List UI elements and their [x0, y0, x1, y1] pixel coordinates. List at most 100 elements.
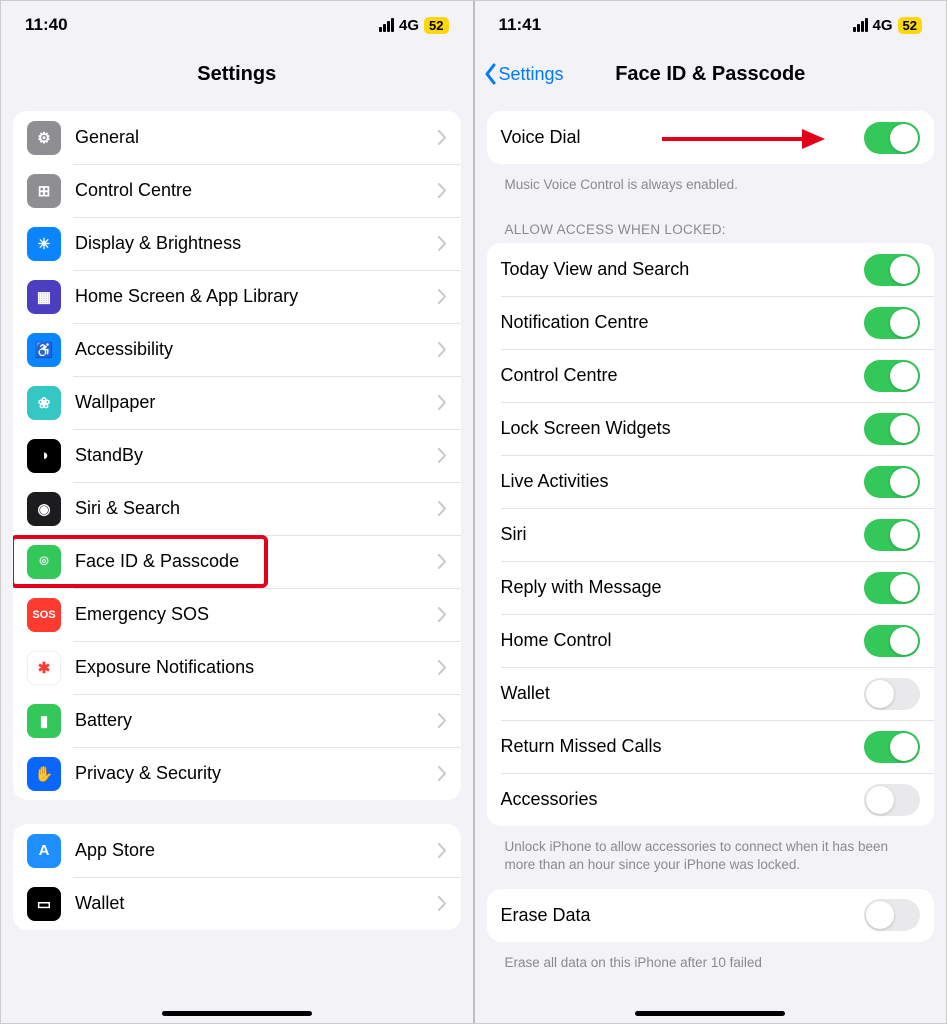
home-indicator[interactable]: [635, 1011, 785, 1016]
settings-row-siri[interactable]: ◉ Siri & Search: [13, 482, 461, 535]
page-title: Face ID & Passcode: [615, 63, 805, 86]
chevron-right-icon: [438, 236, 447, 251]
settings-list[interactable]: ⚙ General ⊞Control Centre ☀ Display & Bright…: [1, 99, 473, 1023]
toggle-siri[interactable]: [864, 519, 920, 551]
chevron-right-icon: [438, 766, 447, 781]
chevron-right-icon: [438, 660, 447, 675]
settings-row-accessibility[interactable]: ♿Accessibility: [13, 323, 461, 376]
settings-screen: 11:40 4G 52 Settings ⚙ General ⊞Control Ce…: [1, 1, 473, 1023]
voice-dial-footer: Music Voice Control is always enabled.: [487, 170, 935, 208]
allow-row-return-missed[interactable]: Return Missed Calls: [487, 720, 935, 773]
siri-icon: ◉: [27, 492, 61, 526]
toggle-return-missed[interactable]: [864, 731, 920, 763]
settings-row-home-screen[interactable]: ▦Home Screen & App Library: [13, 270, 461, 323]
person-icon: ♿: [27, 333, 61, 367]
allow-row-home-control[interactable]: Home Control: [487, 614, 935, 667]
chevron-right-icon: [438, 713, 447, 728]
erase-data-row[interactable]: Erase Data: [487, 889, 935, 942]
row-label: Display & Brightness: [75, 233, 438, 254]
toggle-control-centre[interactable]: [864, 360, 920, 392]
toggle-today-view[interactable]: [864, 254, 920, 286]
allow-row-live-activities[interactable]: Live Activities: [487, 455, 935, 508]
settings-row-wallpaper[interactable]: ❀ Wallpaper: [13, 376, 461, 429]
chevron-right-icon: [438, 896, 447, 911]
allow-row-today-view[interactable]: Today View and Search: [487, 243, 935, 296]
row-label: Face ID & Passcode: [75, 551, 438, 572]
settings-row-standby[interactable]: ◑StandBy: [13, 429, 461, 482]
allow-access-header: ALLOW ACCESS WHEN LOCKED:: [487, 208, 935, 243]
toggle-home-control[interactable]: [864, 625, 920, 657]
row-label: Wallet: [501, 683, 865, 704]
status-right: 4G 52: [379, 17, 448, 34]
chevron-right-icon: [438, 342, 447, 357]
home-indicator[interactable]: [162, 1011, 312, 1016]
status-right: 4G 52: [853, 17, 922, 34]
accessories-footer: Unlock iPhone to allow accessories to co…: [487, 832, 935, 888]
row-label: Accessories: [501, 789, 865, 810]
network-label: 4G: [399, 17, 419, 34]
settings-row-faceid[interactable]: ⌾ Face ID & Passcode: [13, 535, 461, 588]
erase-footer: Erase all data on this iPhone after 10 f…: [487, 948, 935, 986]
erase-data-toggle[interactable]: [864, 899, 920, 931]
toggle-live-activities[interactable]: [864, 466, 920, 498]
row-label: Home Screen & App Library: [75, 286, 438, 307]
settings-group: ⚙ General ⊞Control Centre ☀ Display & Bright…: [13, 111, 461, 800]
sos-icon: SOS: [27, 598, 61, 632]
allow-row-control-centre[interactable]: Control Centre: [487, 349, 935, 402]
toggle-lock-widgets[interactable]: [864, 413, 920, 445]
chevron-right-icon: [438, 130, 447, 145]
row-label: Control Centre: [501, 365, 865, 386]
toggle-notification-centre[interactable]: [864, 307, 920, 339]
voice-dial-row[interactable]: Voice Dial: [487, 111, 935, 164]
row-label: Privacy & Security: [75, 763, 438, 784]
back-button[interactable]: Settings: [483, 49, 564, 99]
chevron-right-icon: [438, 183, 447, 198]
row-label: General: [75, 127, 438, 148]
allow-row-lock-widgets[interactable]: Lock Screen Widgets: [487, 402, 935, 455]
settings-row-battery[interactable]: ▮Battery: [13, 694, 461, 747]
row-label: App Store: [75, 840, 438, 861]
row-label: StandBy: [75, 445, 438, 466]
voice-dial-toggle[interactable]: [864, 122, 920, 154]
row-label: Return Missed Calls: [501, 736, 865, 757]
sun-icon: ☀: [27, 227, 61, 261]
row-label: Wallpaper: [75, 392, 438, 413]
battery-badge: 52: [424, 17, 448, 34]
gear-icon: ⚙: [27, 121, 61, 155]
settings-row-exposure[interactable]: ✱Exposure Notifications: [13, 641, 461, 694]
chevron-right-icon: [438, 554, 447, 569]
allow-row-accessories[interactable]: Accessories: [487, 773, 935, 826]
row-label: Siri & Search: [75, 498, 438, 519]
signal-icon: [379, 18, 394, 32]
settings-row-control-centre[interactable]: ⊞Control Centre: [13, 164, 461, 217]
faceid-content[interactable]: Voice Dial Music Voice Control is always…: [475, 99, 947, 1023]
settings-row-general[interactable]: ⚙ General: [13, 111, 461, 164]
row-label: Emergency SOS: [75, 604, 438, 625]
flower-icon: ❀: [27, 386, 61, 420]
settings-row-wallet[interactable]: ▭Wallet: [13, 877, 461, 930]
toggle-reply-message[interactable]: [864, 572, 920, 604]
settings-row-privacy[interactable]: ✋Privacy & Security: [13, 747, 461, 800]
status-time: 11:40: [25, 15, 68, 35]
chevron-right-icon: [438, 448, 447, 463]
chevron-right-icon: [438, 289, 447, 304]
chevron-right-icon: [438, 843, 447, 858]
wallet-icon: ▭: [27, 887, 61, 921]
appstore-icon: A: [27, 834, 61, 868]
settings-row-display[interactable]: ☀ Display & Brightness: [13, 217, 461, 270]
allow-row-notification-centre[interactable]: Notification Centre: [487, 296, 935, 349]
row-label: Reply with Message: [501, 577, 865, 598]
faceid-icon: ⌾: [27, 545, 61, 579]
allow-row-siri[interactable]: Siri: [487, 508, 935, 561]
row-label: Siri: [501, 524, 865, 545]
allow-row-reply-message[interactable]: Reply with Message: [487, 561, 935, 614]
toggle-wallet[interactable]: [864, 678, 920, 710]
settings-row-appstore[interactable]: A App Store: [13, 824, 461, 877]
settings-group: A App Store ▭Wallet: [13, 824, 461, 930]
toggle-accessories[interactable]: [864, 784, 920, 816]
voice-dial-label: Voice Dial: [501, 127, 865, 148]
row-label: Live Activities: [501, 471, 865, 492]
nav-bar: Settings: [1, 49, 473, 99]
allow-row-wallet[interactable]: Wallet: [487, 667, 935, 720]
settings-row-sos[interactable]: SOS Emergency SOS: [13, 588, 461, 641]
